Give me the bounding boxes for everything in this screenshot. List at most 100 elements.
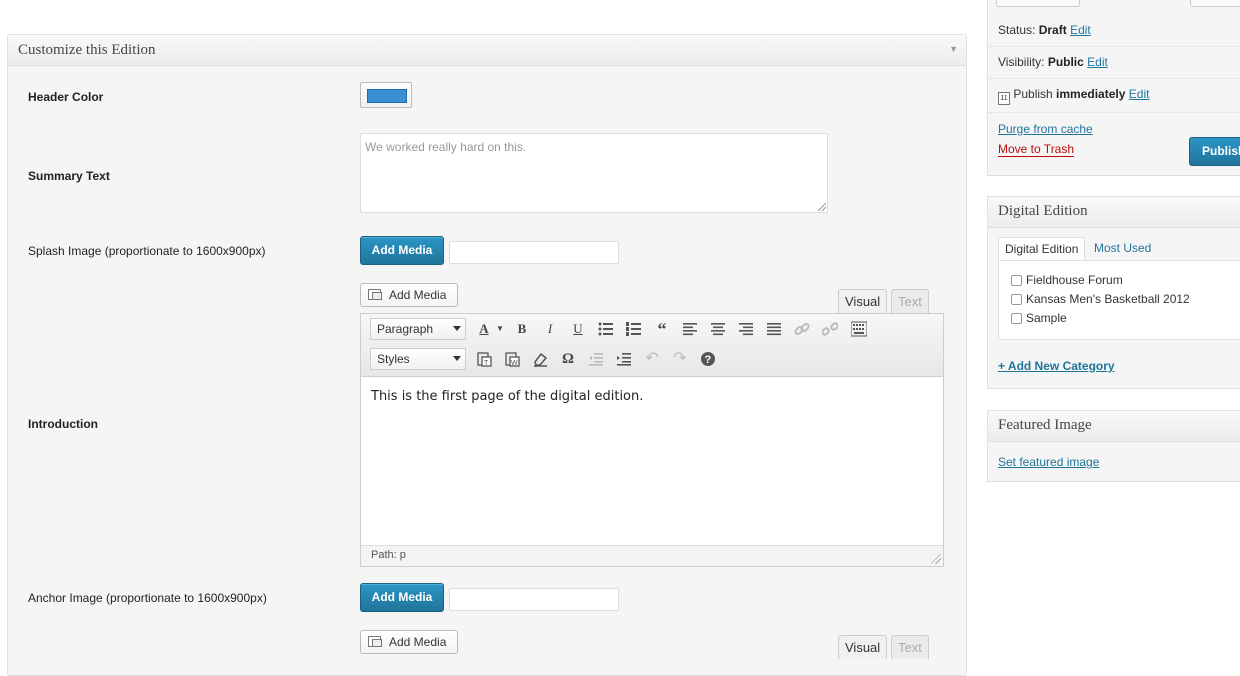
special-character-icon[interactable]: Ω xyxy=(557,348,579,370)
format-select[interactable]: Paragraph xyxy=(370,318,466,340)
editor-status-bar: Path: p xyxy=(361,545,943,566)
paste-text-icon[interactable]: T xyxy=(473,348,495,370)
customize-edition-metabox: Customize this Edition ▼ Header Color Su… xyxy=(7,34,967,676)
header-color-picker[interactable] xyxy=(360,82,412,108)
anchor-add-media-button[interactable]: Add Media xyxy=(360,583,444,612)
add-media-icon xyxy=(368,289,382,300)
list-item[interactable]: Kansas Men's Basketball 2012 xyxy=(1011,292,1190,306)
editor2-add-media-button[interactable]: Add Media xyxy=(360,630,458,654)
outdent-icon[interactable] xyxy=(585,348,607,370)
svg-text:?: ? xyxy=(705,354,712,366)
visibility-edit-link[interactable]: Edit xyxy=(1087,55,1108,69)
list-item[interactable]: Sample xyxy=(1011,311,1067,325)
chevron-down-icon xyxy=(453,356,461,361)
blockquote-icon[interactable]: “ xyxy=(651,318,673,340)
add-media-label: Add Media xyxy=(389,288,447,302)
splash-image-label: Splash Image (proportionate to 1600x900p… xyxy=(28,244,266,258)
category-label: Kansas Men's Basketball 2012 xyxy=(1026,292,1190,306)
resize-grip-icon[interactable] xyxy=(818,203,826,211)
bullet-list-icon[interactable] xyxy=(595,318,617,340)
italic-icon[interactable]: I xyxy=(539,318,561,340)
anchor-image-label: Anchor Image (proportionate to 1600x900p… xyxy=(28,591,267,605)
introduction-label: Introduction xyxy=(28,417,98,431)
publish-value: immediately xyxy=(1056,87,1126,101)
splash-add-media-button[interactable]: Add Media xyxy=(360,236,444,265)
unlink-icon[interactable] xyxy=(819,318,841,340)
svg-text:T: T xyxy=(484,360,489,367)
tab-most-used[interactable]: Most Used xyxy=(1088,237,1157,261)
header-color-label: Header Color xyxy=(28,90,104,104)
status-value: Draft xyxy=(1038,23,1067,37)
splash-image-url-input[interactable] xyxy=(449,241,619,264)
styles-select-value: Styles xyxy=(377,352,410,366)
purge-cache-link[interactable]: Purge from cache xyxy=(998,122,1093,136)
metabox-header[interactable]: Customize this Edition ▼ xyxy=(8,35,966,66)
status-edit-link[interactable]: Edit xyxy=(1070,23,1091,37)
insert-link-icon[interactable] xyxy=(791,318,813,340)
divider xyxy=(988,112,1240,113)
paste-word-icon[interactable]: W xyxy=(501,348,523,370)
editor-toolbar: Paragraph A ▼ B I U “ Styles T W Ω ↶ ↷ ? xyxy=(361,314,943,377)
checkbox[interactable] xyxy=(1011,275,1022,286)
tab-all-categories[interactable]: Digital Edition xyxy=(998,237,1086,261)
visibility-value: Public xyxy=(1047,55,1084,69)
add-media-icon xyxy=(368,636,382,647)
digital-edition-header[interactable]: Digital Edition xyxy=(988,197,1240,228)
indent-icon[interactable] xyxy=(613,348,635,370)
undo-icon[interactable]: ↶ xyxy=(641,348,663,370)
bold-icon[interactable]: B xyxy=(511,318,533,340)
divider xyxy=(988,46,1240,47)
text-color-dropdown-icon[interactable]: ▼ xyxy=(489,318,511,340)
publish-edit-link[interactable]: Edit xyxy=(1129,87,1150,101)
format-select-value: Paragraph xyxy=(377,322,434,336)
digital-edition-box: Digital Edition Digital Edition Most Use… xyxy=(987,196,1240,389)
category-list: Fieldhouse Forum Kansas Men's Basketball… xyxy=(998,260,1240,340)
editor-content[interactable]: This is the first page of the digital ed… xyxy=(371,389,643,404)
tab-text[interactable]: Text xyxy=(891,635,929,659)
checkbox[interactable] xyxy=(1011,294,1022,305)
divider xyxy=(988,78,1240,79)
category-label: Fieldhouse Forum xyxy=(1026,273,1123,287)
color-swatch xyxy=(367,89,407,103)
toolbar-toggle-icon[interactable] xyxy=(848,318,870,340)
publish-label: Publish xyxy=(1013,87,1053,101)
align-justify-icon[interactable] xyxy=(763,318,785,340)
editor-path: Path: p xyxy=(371,549,406,561)
align-right-icon[interactable] xyxy=(735,318,757,340)
chevron-down-icon xyxy=(453,326,461,331)
featured-image-header[interactable]: Featured Image xyxy=(988,411,1240,442)
tab-text[interactable]: Text xyxy=(891,289,929,313)
underline-icon[interactable]: U xyxy=(567,318,589,340)
styles-select[interactable]: Styles xyxy=(370,348,466,370)
category-label: Sample xyxy=(1026,311,1067,325)
tab-visual[interactable]: Visual xyxy=(838,289,888,313)
checkbox[interactable] xyxy=(1011,313,1022,324)
move-to-trash-link[interactable]: Move to Trash xyxy=(998,142,1075,157)
publish-button[interactable]: Publish xyxy=(1189,137,1240,166)
schedule-row: 11 Publish immediately Edit xyxy=(998,87,1149,105)
metabox-title: Customize this Edition xyxy=(18,42,156,58)
anchor-image-url-input[interactable] xyxy=(449,588,619,611)
preview-button[interactable] xyxy=(1190,0,1240,7)
save-draft-button[interactable] xyxy=(996,0,1080,7)
tab-visual[interactable]: Visual xyxy=(838,635,888,659)
svg-text:W: W xyxy=(511,360,518,367)
summary-text-input[interactable]: We worked really hard on this. xyxy=(360,133,828,213)
align-center-icon[interactable] xyxy=(707,318,729,340)
add-new-category-link[interactable]: + Add New Category xyxy=(998,359,1115,373)
summary-text-placeholder: We worked really hard on this. xyxy=(365,140,527,154)
help-icon[interactable]: ? xyxy=(697,348,719,370)
numbered-list-icon[interactable] xyxy=(623,318,645,340)
set-featured-image-link[interactable]: Set featured image xyxy=(998,455,1099,469)
collapse-arrow-icon[interactable]: ▼ xyxy=(949,44,958,54)
resize-grip-icon[interactable] xyxy=(931,554,941,564)
list-item[interactable]: Fieldhouse Forum xyxy=(1011,273,1123,287)
status-label: Status: xyxy=(998,23,1036,37)
status-row: Status: Draft Edit xyxy=(998,23,1091,37)
clear-formatting-icon[interactable] xyxy=(529,348,551,370)
editor-add-media-button[interactable]: Add Media xyxy=(360,283,458,307)
featured-image-box: Featured Image Set featured image xyxy=(987,410,1240,482)
align-left-icon[interactable] xyxy=(679,318,701,340)
rich-text-editor: Paragraph A ▼ B I U “ Styles T W Ω ↶ ↷ ?… xyxy=(360,313,944,567)
redo-icon[interactable]: ↷ xyxy=(669,348,691,370)
